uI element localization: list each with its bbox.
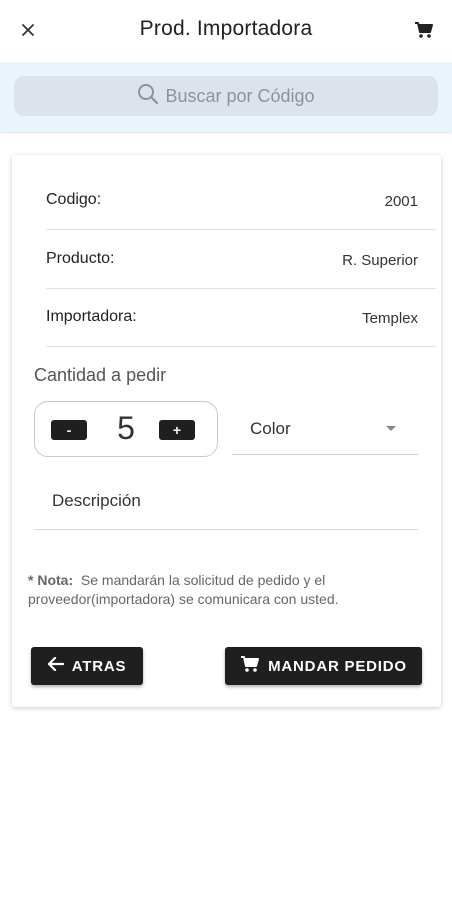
importadora-label: Importadora: — [46, 308, 137, 325]
producto-value: R. Superior — [342, 252, 418, 269]
app-header: Prod. Importadora — [0, 0, 452, 62]
row-codigo: Codigo: 2001 — [46, 171, 436, 230]
page-title: Prod. Importadora — [139, 17, 313, 40]
cart-button[interactable] — [410, 18, 438, 46]
note-prefix: * Nota: — [28, 572, 74, 588]
description-placeholder: Descripción — [52, 491, 141, 510]
codigo-label: Codigo: — [46, 191, 102, 208]
row-importadora: Importadora: Templex — [46, 288, 436, 347]
cart-icon — [414, 21, 434, 44]
quantity-stepper: - 5 + — [34, 401, 218, 457]
cart-icon — [240, 655, 268, 677]
decrement-button[interactable]: - — [51, 420, 87, 440]
search-input[interactable]: Buscar por Código — [14, 76, 438, 116]
quantity-value: 5 — [117, 410, 135, 446]
color-dropdown[interactable]: Color — [232, 405, 418, 455]
search-bar-container: Buscar por Código — [0, 62, 452, 132]
search-placeholder: Buscar por Código — [165, 85, 315, 106]
send-order-button[interactable]: MANDAR PEDIDO — [225, 647, 422, 685]
back-button-label: ATRAS — [71, 657, 127, 675]
arrow-left-icon — [47, 656, 72, 675]
note-text: * Nota: Se mandarán la solicitud de pedi… — [28, 571, 428, 609]
search-icon — [137, 83, 165, 110]
description-field[interactable]: Descripción — [34, 475, 418, 530]
importadora-value: Templex — [362, 310, 418, 327]
row-producto: Producto: R. Superior — [46, 230, 436, 289]
producto-label: Producto: — [46, 250, 115, 267]
product-card: Codigo: 2001 Producto: R. Superior Impor… — [12, 155, 441, 707]
note-body: Se mandarán la solicitud de pedido y el … — [28, 572, 339, 607]
codigo-value: 2001 — [384, 193, 418, 210]
back-button[interactable]: ATRAS — [31, 647, 143, 685]
color-dropdown-label: Color — [250, 419, 291, 438]
dropdown-arrow-icon — [386, 426, 396, 431]
send-order-button-label: MANDAR PEDIDO — [268, 657, 407, 675]
increment-button[interactable]: + — [159, 420, 195, 440]
quantity-label: Cantidad a pedir — [34, 365, 167, 385]
